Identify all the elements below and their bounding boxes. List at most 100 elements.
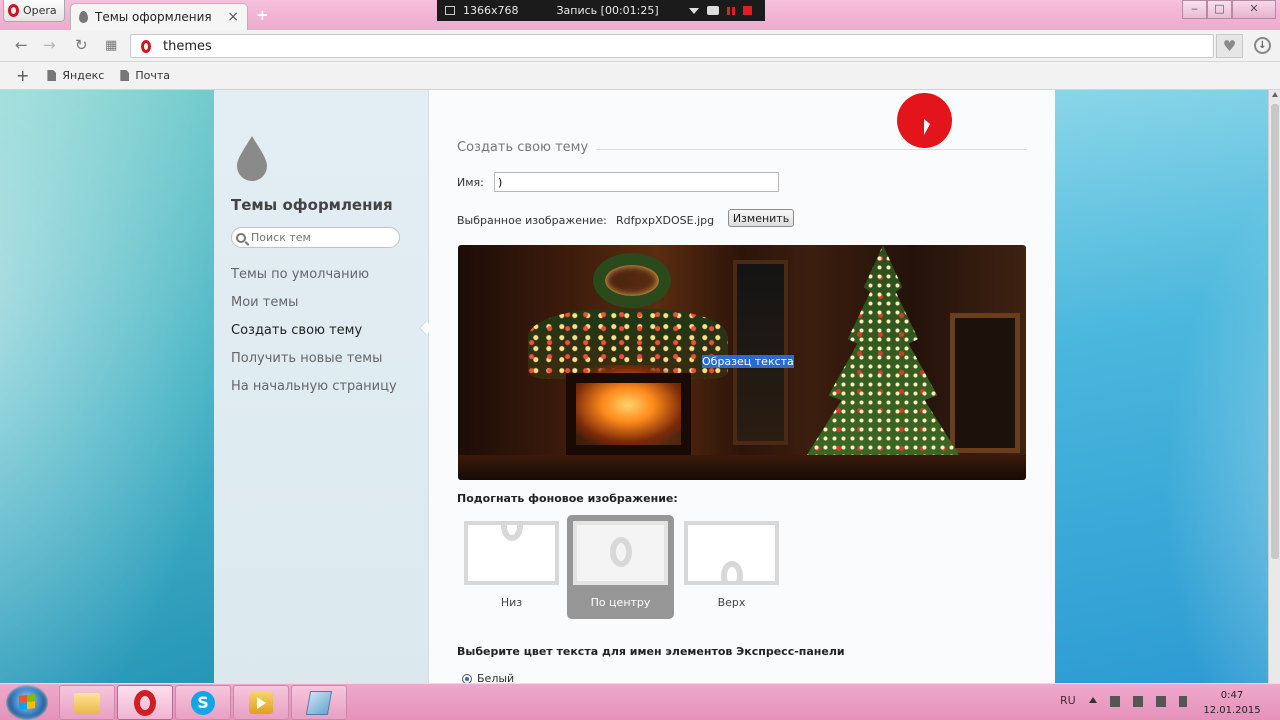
create-theme-panel: Создать свою тему Имя: Выбранное изображ…: [429, 90, 1055, 683]
tab-themes[interactable]: Темы оформления ×: [70, 3, 248, 30]
fit-option-label: Верх: [717, 596, 746, 609]
page-scrollbar[interactable]: [1268, 90, 1280, 683]
preview-floor: [458, 455, 1026, 480]
opera-page-icon: [141, 39, 151, 53]
system-clock[interactable]: 0:47 12.01.2015: [1197, 688, 1267, 718]
theme-drop-icon: [237, 136, 267, 181]
scrollbar-thumb[interactable]: [1271, 104, 1279, 559]
preview-fireplace: [566, 373, 691, 455]
media-player-icon: [249, 691, 273, 714]
sidebar-item-start-page[interactable]: На начальную страницу: [231, 379, 397, 394]
recorder-resolution: 1366x768: [463, 4, 519, 17]
address-text[interactable]: themes: [163, 39, 212, 54]
windows-taskbar: S RU 0:47 12.01.2015: [0, 683, 1280, 720]
preview-wreath: [593, 253, 671, 308]
region-icon[interactable]: [445, 6, 455, 15]
camera-icon[interactable]: [706, 6, 719, 15]
back-arrow-icon[interactable]: ←: [15, 36, 28, 54]
book-icon: [305, 690, 333, 715]
address-bar[interactable]: themes: [130, 34, 1214, 58]
text-color-label: Выберите цвет текста для имен элементов …: [457, 645, 845, 658]
text-color-white-label: Белый: [477, 672, 515, 683]
theme-search-input[interactable]: [251, 231, 391, 244]
search-icon: [236, 232, 246, 243]
fit-option-center[interactable]: По центру: [567, 515, 674, 619]
pause-icon[interactable]: [726, 6, 735, 15]
opera-menu-button[interactable]: Opera: [3, 0, 65, 22]
fit-option-bottom[interactable]: Низ: [458, 515, 565, 619]
windows-logo-icon: [19, 694, 35, 710]
clock-time: 0:47: [1220, 690, 1244, 701]
browser-titlebar: Opera Темы оформления × + 1366x768 Запис…: [0, 0, 1280, 30]
bookmarks-bar: + Яндекс Почта: [0, 62, 1280, 90]
sidebar-item-my-themes[interactable]: Мои темы: [231, 295, 298, 310]
tray-usb-icon[interactable]: [1133, 696, 1143, 707]
speed-dial-grid-icon[interactable]: ▦: [105, 38, 117, 53]
background-wallpaper: [1055, 90, 1280, 683]
add-bookmark-button[interactable]: +: [16, 66, 29, 85]
taskbar-explorer[interactable]: [59, 685, 115, 720]
bookmark-label: Яндекс: [62, 69, 105, 82]
themes-sidebar: Темы оформления Темы по умолчанию Мои те…: [214, 90, 434, 683]
preview-window-left: [733, 260, 788, 445]
sample-text-preview: Образец текста: [702, 355, 794, 368]
tab-close-button[interactable]: ×: [227, 9, 239, 25]
selected-image-filename: RdfpxpXDOSE.jpg: [616, 214, 715, 227]
sidebar-item-get-new-themes[interactable]: Получить новые темы: [231, 351, 382, 366]
screen-recorder-bar: 1366x768 Запись [00:01:25]: [437, 0, 765, 21]
language-indicator[interactable]: RU: [1060, 694, 1076, 707]
tab-title: Темы оформления: [95, 10, 212, 24]
clock-date: 12.01.2015: [1203, 705, 1261, 716]
new-tab-button[interactable]: +: [256, 6, 269, 24]
start-button[interactable]: [6, 685, 48, 720]
taskbar-skype[interactable]: S: [175, 685, 231, 720]
theme-name-input[interactable]: [494, 172, 779, 192]
close-button[interactable]: ✕: [1232, 0, 1276, 19]
page-icon: [47, 70, 57, 81]
fit-preview-frame: [464, 521, 559, 585]
fit-option-label: Низ: [500, 596, 523, 609]
change-image-button[interactable]: Изменить: [728, 209, 794, 227]
tray-flag-icon[interactable]: [1110, 696, 1120, 707]
skype-icon: S: [191, 690, 215, 715]
taskbar-reader[interactable]: [291, 685, 347, 720]
page-icon: [120, 70, 130, 81]
scroll-up-icon[interactable]: [1272, 92, 1278, 97]
stop-icon[interactable]: [742, 6, 752, 15]
maximize-button[interactable]: □: [1207, 0, 1232, 19]
theme-drop-icon: [79, 11, 88, 23]
bookmark-label: Почта: [135, 69, 170, 82]
opera-logo-icon: [8, 4, 19, 17]
minimize-button[interactable]: ‒: [1182, 0, 1207, 19]
mouse-cursor-icon: [924, 119, 930, 135]
text-color-white-radio[interactable]: [462, 674, 472, 683]
tray-network-icon[interactable]: [1156, 696, 1166, 707]
fit-preview-frame: [573, 521, 668, 585]
stash-heart-icon[interactable]: ♥: [1216, 34, 1243, 58]
explorer-folder-icon: [74, 692, 100, 713]
bookmark-yandex[interactable]: Яндекс: [47, 69, 104, 82]
window-controls: ‒ □ ✕: [1182, 0, 1276, 19]
forward-arrow-icon[interactable]: →: [43, 36, 56, 54]
theme-search-field[interactable]: [231, 227, 400, 248]
theme-preview-image: Образец текста: [458, 245, 1026, 480]
navigation-bar: ← → ↻ ▦ themes ♥ ↓: [0, 30, 1280, 62]
fit-bottom-marker-icon: [501, 525, 523, 541]
fit-option-top[interactable]: Верх: [678, 515, 785, 619]
taskbar-media-player[interactable]: [233, 685, 289, 720]
preview-window-right: [950, 313, 1020, 453]
sidebar-title: Темы оформления: [231, 196, 393, 214]
opera-menu-label: Opera: [23, 4, 57, 17]
fit-top-marker-icon: [721, 561, 743, 581]
taskbar-opera[interactable]: [117, 685, 173, 720]
sidebar-item-create-theme[interactable]: Создать свою тему: [231, 323, 362, 338]
tray-volume-icon[interactable]: [1179, 696, 1187, 707]
reload-icon[interactable]: ↻: [75, 36, 88, 54]
page-viewport: Темы оформления Темы по умолчанию Мои те…: [0, 90, 1280, 683]
bookmark-mail[interactable]: Почта: [120, 69, 170, 82]
section-title: Создать свою тему: [457, 140, 597, 155]
sidebar-item-default-themes[interactable]: Темы по умолчанию: [231, 267, 369, 282]
dropdown-icon[interactable]: [688, 7, 699, 14]
download-icon[interactable]: ↓: [1254, 37, 1271, 54]
show-hidden-icons-icon[interactable]: [1089, 697, 1097, 703]
